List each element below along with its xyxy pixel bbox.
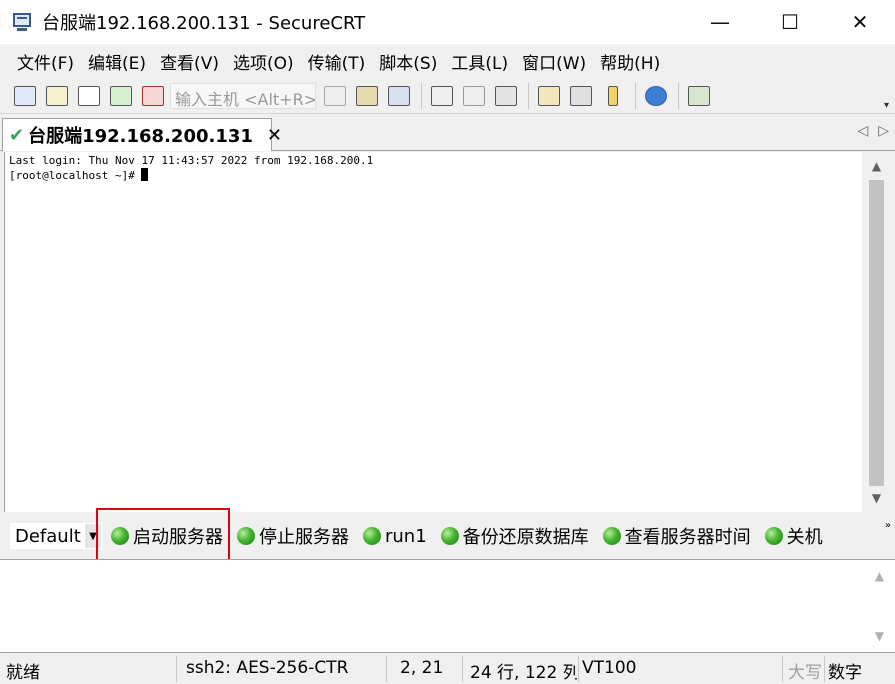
status-cursor-position: 2, 21	[400, 658, 444, 678]
scroll-down-icon[interactable]: ▼	[863, 486, 890, 510]
button-bar-overflow-icon[interactable]: »	[885, 520, 891, 531]
tab-strip: ✔ 台服端192.168.200.131 ✕ ◁ ▷	[0, 115, 895, 151]
terminal-scrollbar[interactable]: ▲ ▼	[863, 152, 890, 512]
maximize-button[interactable]: ☐	[755, 0, 825, 44]
stop-server-button[interactable]: 停止服务器	[232, 518, 354, 554]
green-dot-icon	[237, 527, 255, 545]
host-input[interactable]: 输入主机 <Alt+R>	[170, 82, 316, 109]
minimize-button[interactable]: —	[685, 0, 755, 44]
run1-button[interactable]: run1	[358, 518, 432, 554]
title-bar: 台服端192.168.200.131 - SecureCRT — ☐ ✕	[0, 0, 895, 44]
status-ready: 就绪	[6, 663, 40, 683]
button-label: 查看服务器时间	[624, 527, 751, 548]
button-bar-selector[interactable]: Default ▼	[10, 523, 102, 549]
toolbar-overflow-icon[interactable]: ▾	[884, 100, 889, 111]
button-bar-selected: Default	[15, 525, 81, 547]
button-label: 停止服务器	[259, 527, 349, 548]
help-icon[interactable]	[641, 81, 671, 111]
status-num-lock: 数字	[828, 663, 862, 683]
print-selection-icon[interactable]	[459, 81, 489, 111]
connect-in-tab-icon[interactable]	[74, 81, 104, 111]
menu-help[interactable]: 帮助(H)	[593, 45, 667, 78]
terminal-line: Last login: Thu Nov 17 11:43:57 2022 fro…	[9, 154, 374, 167]
menu-file[interactable]: 文件(F)	[10, 45, 81, 78]
session-options-icon[interactable]	[534, 81, 564, 111]
scroll-up-icon[interactable]: ▲	[863, 154, 890, 178]
status-cipher: ssh2: AES-256-CTR	[186, 658, 349, 678]
highlight-box	[96, 508, 230, 564]
terminal-cursor	[141, 168, 149, 181]
status-bar: 就绪 ssh2: AES-256-CTR 2, 21 24 行, 122 列 V…	[0, 654, 895, 684]
toolbar: 输入主机 <Alt+R> ▾	[0, 78, 895, 114]
green-dot-icon	[440, 527, 459, 545]
print-screen-icon[interactable]	[427, 81, 457, 111]
menu-bar: 文件(F) 编辑(E) 查看(V) 选项(O) 传输(T) 脚本(S) 工具(L…	[0, 44, 895, 78]
status-emulation: VT100	[582, 658, 637, 678]
terminal-prompt: [root@localhost ~]#	[9, 169, 142, 182]
session-tab-label: 台服端192.168.200.131	[28, 126, 253, 147]
close-tab-icon[interactable]: ✕	[267, 125, 282, 146]
terminal-screen[interactable]: Last login: Thu Nov 17 11:43:57 2022 fro…	[4, 152, 862, 512]
print-icon[interactable]	[491, 81, 521, 111]
tab-next-icon[interactable]: ▷	[878, 123, 889, 139]
status-caps-lock: 大写	[788, 663, 822, 683]
menu-window[interactable]: 窗口(W)	[515, 45, 593, 78]
menu-script[interactable]: 脚本(S)	[372, 45, 444, 78]
securecrt-app-icon	[12, 11, 34, 33]
button-label: 备份还原数据库	[462, 527, 589, 548]
paste-icon[interactable]	[352, 81, 382, 111]
global-options-icon[interactable]	[566, 81, 596, 111]
reconnect-icon[interactable]	[106, 81, 136, 111]
green-dot-icon	[602, 527, 621, 545]
sftp-icon[interactable]	[684, 81, 714, 111]
green-dot-icon	[363, 527, 381, 545]
green-dot-icon	[764, 527, 783, 545]
copy-icon[interactable]	[320, 81, 350, 111]
menu-view[interactable]: 查看(V)	[153, 45, 226, 78]
command-scroll-up-icon[interactable]: ▲	[866, 564, 893, 588]
status-terminal-size: 24 行, 122 列	[470, 663, 577, 683]
scrollbar-thumb[interactable]	[869, 180, 884, 486]
menu-options[interactable]: 选项(O)	[226, 45, 301, 78]
connected-check-icon: ✔	[9, 124, 25, 146]
backup-restore-db-button[interactable]: 备份还原数据库	[436, 518, 594, 554]
tab-prev-icon[interactable]: ◁	[857, 123, 868, 139]
quick-connect-icon[interactable]	[42, 81, 72, 111]
key-icon[interactable]	[598, 81, 628, 111]
button-label: run1	[385, 525, 427, 547]
menu-transfer[interactable]: 传输(T)	[301, 45, 373, 78]
connect-icon[interactable]	[10, 81, 40, 111]
command-window[interactable]	[0, 559, 895, 653]
menu-tools[interactable]: 工具(L)	[444, 45, 515, 78]
shutdown-button[interactable]: 关机	[760, 518, 828, 554]
find-icon[interactable]	[384, 81, 414, 111]
session-tab[interactable]: ✔ 台服端192.168.200.131 ✕	[2, 118, 282, 151]
view-server-time-button[interactable]: 查看服务器时间	[598, 518, 756, 554]
disconnect-icon[interactable]	[138, 81, 168, 111]
window-title: 台服端192.168.200.131 - SecureCRT	[42, 13, 366, 34]
command-scrollbar[interactable]: ▲ ▼	[866, 560, 893, 652]
button-label: 关机	[786, 527, 823, 548]
close-window-button[interactable]: ✕	[825, 0, 895, 44]
command-scroll-down-icon[interactable]: ▼	[866, 624, 893, 648]
menu-edit[interactable]: 编辑(E)	[81, 45, 153, 78]
